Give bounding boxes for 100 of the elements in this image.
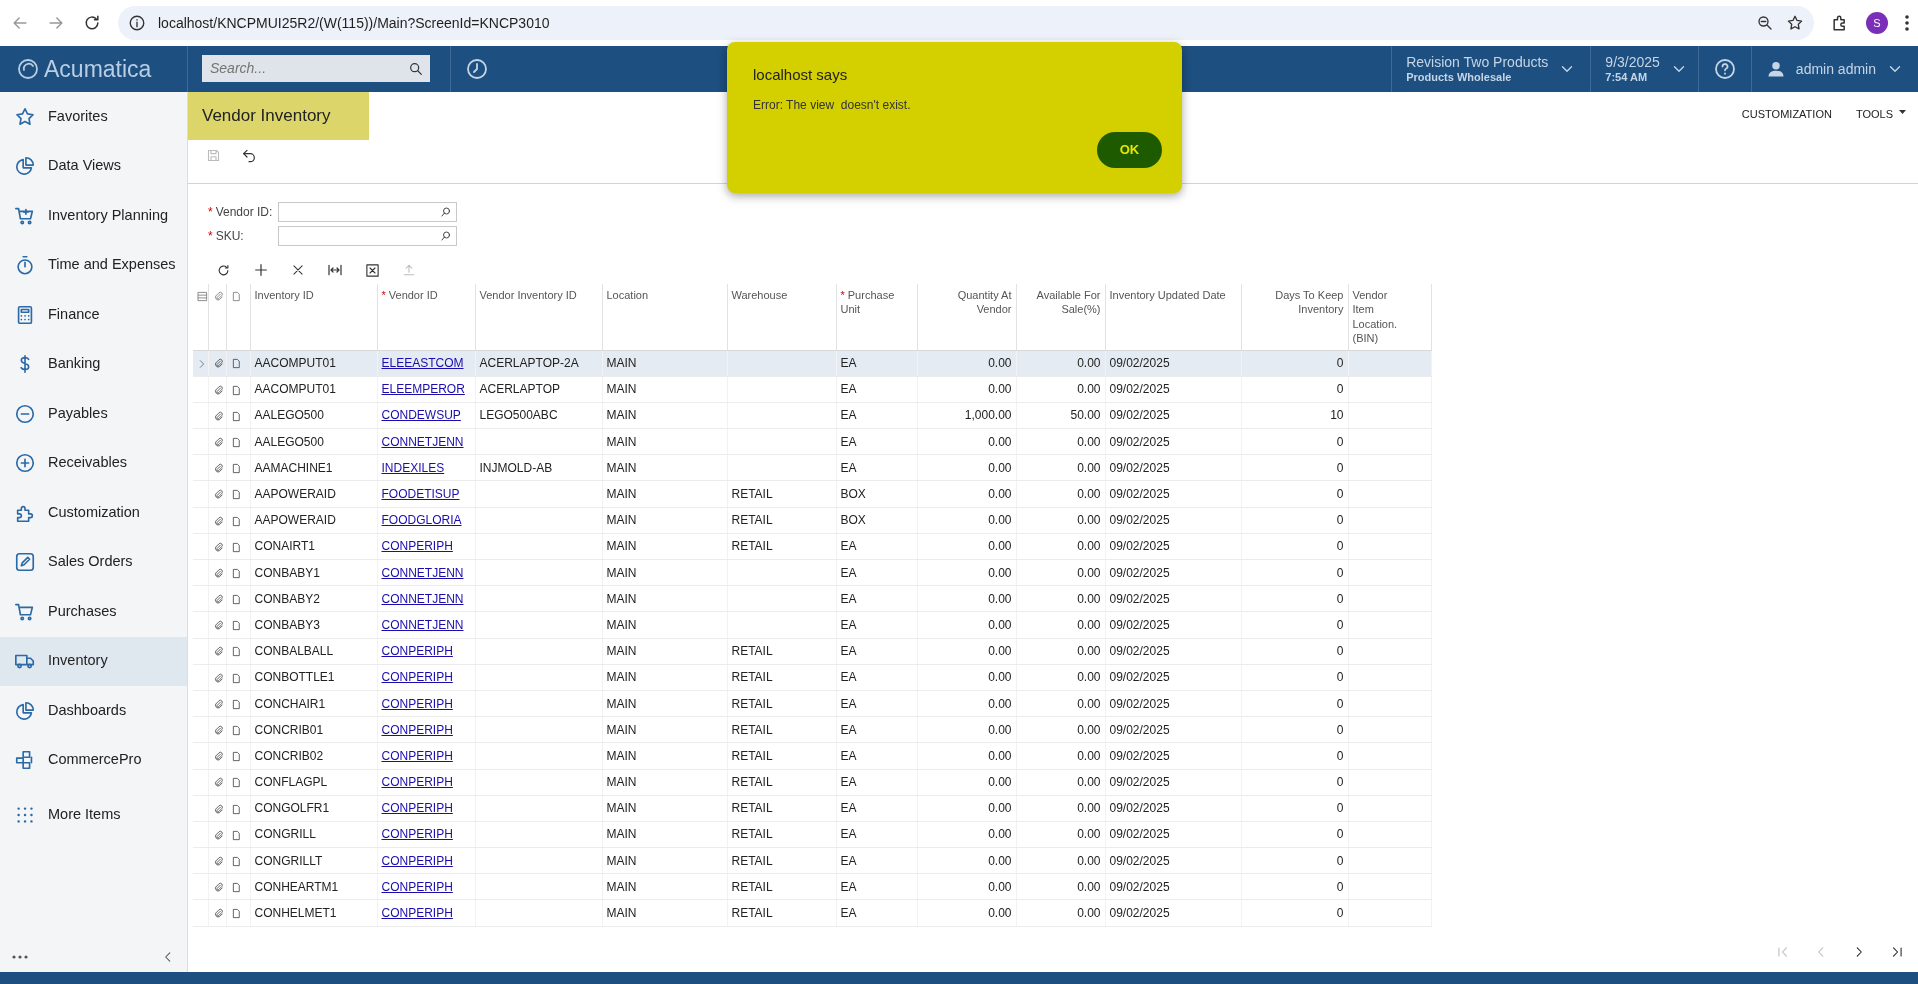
column-header[interactable]: Days To Keep Inventory (1241, 284, 1348, 350)
paperclip-icon[interactable] (212, 463, 224, 475)
document-icon[interactable] (230, 672, 242, 684)
sidebar-item[interactable]: Dashboards (0, 686, 187, 736)
column-header[interactable]: * Purchase Unit (836, 284, 917, 350)
vendor-link[interactable]: CONPERIPH (381, 722, 453, 737)
paperclip-icon[interactable] (212, 725, 224, 737)
vendor-link[interactable]: CONPERIPH (381, 748, 453, 763)
delete-icon[interactable] (291, 263, 305, 277)
search-icon[interactable] (440, 206, 452, 218)
input-field[interactable] (278, 202, 457, 222)
refresh-icon[interactable] (216, 262, 231, 278)
sidebar-item[interactable]: CommercePro (0, 735, 187, 785)
column-header[interactable]: Available For Sale(%) (1016, 284, 1105, 350)
document-icon[interactable] (230, 410, 242, 422)
vendor-link[interactable]: CONPERIPH (381, 879, 453, 894)
paperclip-icon[interactable] (212, 646, 224, 658)
paperclip-icon[interactable] (212, 541, 224, 553)
address-bar[interactable]: localhost/KNCPMUI25R2/(W(115))/Main?ScreenId=KNCP3010 (118, 6, 1814, 40)
sidebar-item[interactable]: More Items (0, 790, 187, 840)
add-icon[interactable] (253, 262, 269, 278)
history-icon[interactable] (465, 57, 489, 81)
column-header[interactable]: Quantity At Vendor (917, 284, 1016, 350)
document-icon[interactable] (230, 803, 242, 815)
paperclip-icon[interactable] (212, 620, 224, 632)
sidebar-item[interactable]: Customization (0, 488, 187, 538)
paperclip-icon[interactable] (212, 410, 224, 422)
document-icon[interactable] (230, 882, 242, 894)
sidebar-item[interactable]: Inventory (0, 636, 187, 686)
document-icon[interactable] (230, 463, 242, 475)
paperclip-icon[interactable] (212, 882, 224, 894)
paperclip-icon[interactable] (212, 594, 224, 606)
search-field[interactable]: Search... (208, 57, 408, 80)
document-icon[interactable] (230, 358, 242, 370)
document-icon[interactable] (230, 725, 242, 737)
paperclip-icon[interactable] (212, 489, 224, 501)
vendor-link[interactable]: INDEXILES (381, 460, 445, 475)
search-box[interactable]: Search... (202, 55, 430, 82)
document-icon[interactable] (230, 646, 242, 658)
last-page-icon[interactable] (1890, 945, 1904, 959)
vendor-link[interactable]: CONPERIPH (381, 539, 453, 554)
column-header[interactable]: Location (602, 284, 727, 350)
document-icon[interactable] (230, 908, 242, 920)
paperclip-icon[interactable] (212, 358, 224, 370)
input-field[interactable] (278, 226, 457, 246)
document-icon[interactable] (230, 829, 242, 841)
search-icon[interactable] (440, 230, 452, 242)
paperclip-icon[interactable] (212, 384, 224, 396)
sidebar-item[interactable]: Payables (0, 389, 187, 439)
vendor-link[interactable]: ELEEMPEROR (381, 382, 465, 397)
ok-button[interactable]: OK (1097, 132, 1162, 168)
sidebar-item[interactable]: Time and Expenses (0, 240, 187, 290)
paperclip-icon[interactable] (212, 856, 224, 867)
sidebar-item[interactable]: Purchases (0, 587, 187, 637)
star-icon[interactable] (1786, 14, 1804, 32)
vendor-link[interactable]: CONPERIPH (381, 644, 453, 659)
menu-icon[interactable] (1904, 14, 1910, 32)
paperclip-icon[interactable] (212, 672, 224, 684)
grid-settings-icon[interactable] (197, 290, 208, 302)
vendor-link[interactable]: CONPERIPH (381, 906, 453, 921)
document-icon[interactable] (230, 541, 242, 553)
paperclip-icon[interactable] (212, 437, 224, 448)
document-icon[interactable] (230, 489, 242, 501)
vendor-link[interactable]: CONNETJENN (381, 565, 464, 580)
vendor-link[interactable]: CONNETJENN (381, 591, 464, 606)
column-header[interactable]: Inventory ID (250, 284, 377, 350)
sidebar-item[interactable]: Receivables (0, 438, 187, 488)
vendor-link[interactable]: CONPERIPH (381, 853, 453, 868)
document-icon[interactable] (230, 384, 242, 396)
paperclip-icon[interactable] (212, 567, 224, 579)
paperclip-icon[interactable] (212, 908, 224, 920)
document-icon[interactable] (230, 567, 242, 579)
vendor-link[interactable]: FOODETISUP (381, 487, 460, 502)
document-icon[interactable] (230, 698, 242, 710)
paperclip-icon[interactable] (212, 515, 224, 527)
paperclip-icon[interactable] (212, 829, 224, 841)
toolbar-menu-button[interactable]: CUSTOMIZATION (1729, 92, 1844, 123)
help-icon[interactable] (1712, 57, 1737, 81)
profile-avatar[interactable]: S (1866, 12, 1888, 34)
document-icon[interactable] (230, 437, 242, 448)
vendor-link[interactable]: CONPERIPH (381, 775, 453, 790)
sidebar-item[interactable]: Inventory Planning (0, 191, 187, 241)
vendor-link[interactable]: CONNETJENN (381, 617, 464, 632)
document-icon[interactable] (230, 515, 242, 527)
sidebar-item[interactable]: Data Views (0, 141, 187, 191)
document-icon[interactable] (230, 777, 242, 789)
zoom-out-icon[interactable] (1756, 14, 1774, 32)
more-icon[interactable] (12, 954, 28, 960)
sidebar-item[interactable]: Sales Orders (0, 537, 187, 587)
fit-width-icon[interactable] (327, 262, 343, 278)
search-icon[interactable] (408, 60, 424, 77)
vendor-link[interactable]: CONPERIPH (381, 801, 453, 816)
undo-icon[interactable] (241, 147, 257, 163)
toolbar-menu-button[interactable]: TOOLS (1843, 92, 1918, 123)
vendor-link[interactable]: FOODGLORIA (381, 513, 462, 528)
sidebar-item[interactable]: Finance (0, 290, 187, 340)
export-excel-icon[interactable] (365, 262, 380, 278)
vendor-link[interactable]: CONPERIPH (381, 696, 453, 711)
vendor-link[interactable]: CONPERIPH (381, 827, 453, 842)
user-name[interactable]: admin admin (1795, 58, 1876, 80)
